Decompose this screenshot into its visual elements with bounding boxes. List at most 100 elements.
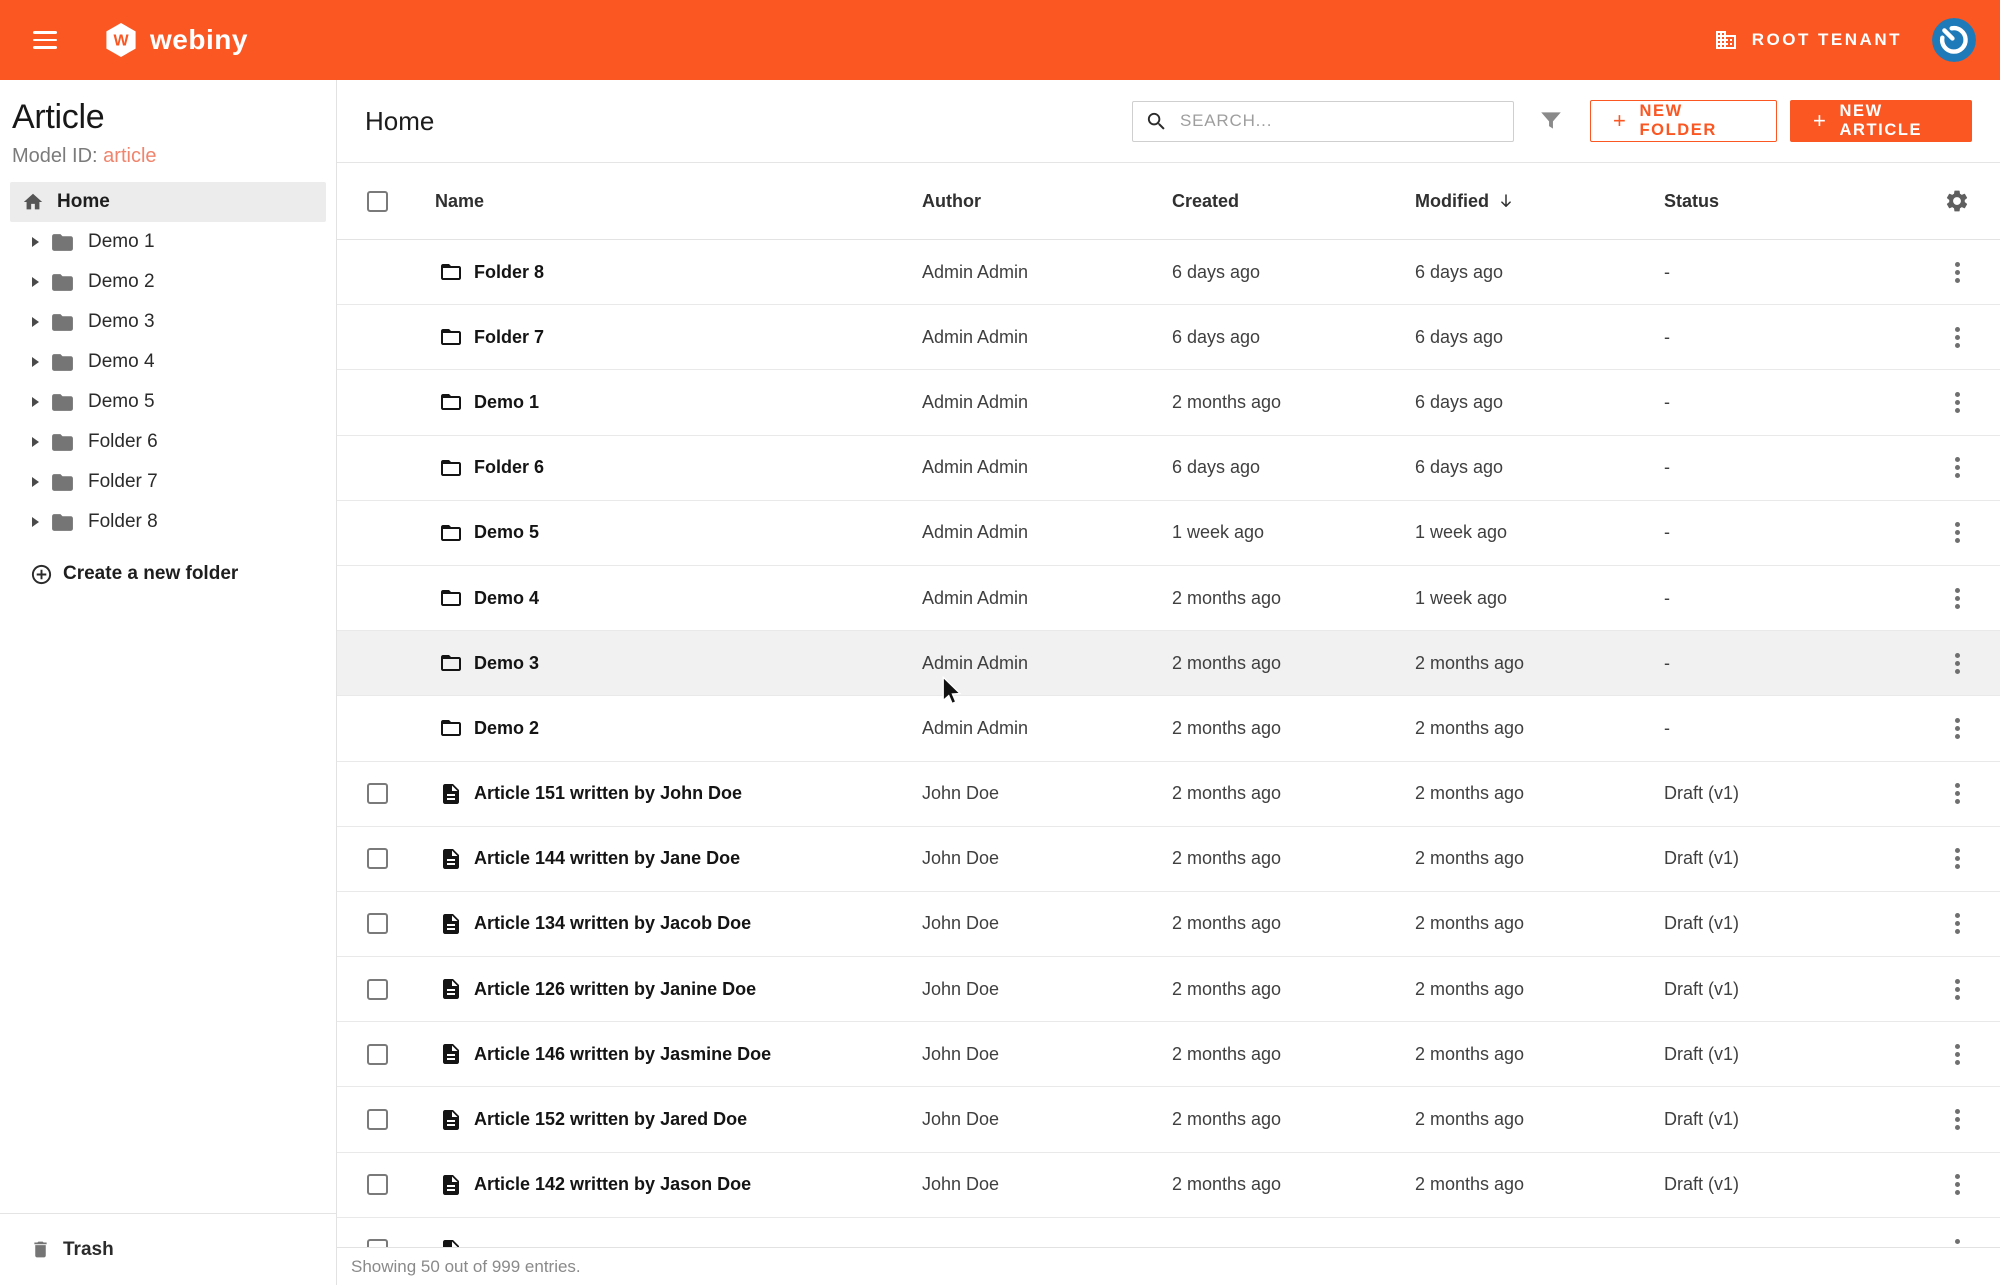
- table-row[interactable]: Article 142 written by Jason DoeJohn Doe…: [337, 1153, 2000, 1218]
- row-menu-button[interactable]: [1947, 1167, 1968, 1202]
- table-settings-button[interactable]: [1914, 188, 2000, 214]
- row-menu-button[interactable]: [1947, 515, 1968, 550]
- sidebar: Article Model ID: article Home Demo 1Dem…: [0, 80, 337, 1285]
- folder-icon: [50, 430, 75, 455]
- column-header-name[interactable]: Name: [425, 191, 922, 212]
- row-menu-button[interactable]: [1947, 581, 1968, 616]
- table-row[interactable]: Folder 8Admin Admin6 days ago6 days ago-: [337, 240, 2000, 305]
- new-folder-button[interactable]: + NEW FOLDER: [1590, 100, 1777, 142]
- folder-icon: [50, 350, 75, 375]
- row-menu-button[interactable]: [1947, 841, 1968, 876]
- trash-icon: [30, 1239, 51, 1260]
- table-row[interactable]: Article 152 written by Jared DoeJohn Doe…: [337, 1087, 2000, 1152]
- row-checkbox[interactable]: [367, 783, 388, 804]
- row-menu-button[interactable]: [1947, 320, 1968, 355]
- user-avatar[interactable]: [1932, 18, 1976, 62]
- row-checkbox[interactable]: [367, 848, 388, 869]
- sidebar-folder-item[interactable]: Demo 3: [10, 302, 326, 342]
- trash-section[interactable]: Trash: [0, 1213, 336, 1285]
- folder-icon: [439, 260, 463, 284]
- row-checkbox[interactable]: [367, 979, 388, 1000]
- filter-funnel-icon: [1538, 108, 1564, 134]
- row-created: 2 months ago: [1172, 1044, 1281, 1064]
- sidebar-folder-item[interactable]: Demo 2: [10, 262, 326, 302]
- row-checkbox[interactable]: [367, 1109, 388, 1130]
- new-article-button[interactable]: + NEW ARTICLE: [1790, 100, 1972, 142]
- model-id-link[interactable]: article: [103, 145, 156, 167]
- row-menu-button[interactable]: [1947, 776, 1968, 811]
- row-name: Article 146 written by Jasmine Doe: [474, 1044, 771, 1065]
- row-checkbox[interactable]: [367, 913, 388, 934]
- hamburger-menu-icon[interactable]: [33, 31, 57, 49]
- chevron-right-icon[interactable]: [32, 317, 39, 327]
- row-menu-button[interactable]: [1947, 711, 1968, 746]
- chevron-right-icon[interactable]: [32, 477, 39, 487]
- sidebar-folder-item[interactable]: Demo 4: [10, 342, 326, 382]
- row-menu-button[interactable]: [1947, 255, 1968, 290]
- sidebar-folder-item[interactable]: Folder 7: [10, 462, 326, 502]
- row-menu-button[interactable]: [1947, 646, 1968, 681]
- folder-icon: [50, 230, 75, 255]
- table-row[interactable]: Demo 4Admin Admin2 months ago1 week ago-: [337, 566, 2000, 631]
- article-icon: [439, 1108, 463, 1132]
- chevron-right-icon[interactable]: [32, 437, 39, 447]
- table-row[interactable]: Article 151 written by John DoeJohn Doe2…: [337, 762, 2000, 827]
- table-row[interactable]: Demo 3Admin Admin2 months ago2 months ag…: [337, 631, 2000, 696]
- row-created: 2 months ago: [1172, 588, 1281, 608]
- search-input[interactable]: [1180, 111, 1503, 131]
- row-menu-button[interactable]: [1947, 385, 1968, 420]
- row-status: -: [1664, 457, 1670, 477]
- model-title: Article: [12, 98, 324, 137]
- table-row[interactable]: Demo 5Admin Admin1 week ago1 week ago-: [337, 501, 2000, 566]
- table-row[interactable]: Demo 1Admin Admin2 months ago6 days ago-: [337, 370, 2000, 435]
- column-header-modified[interactable]: Modified: [1415, 191, 1664, 212]
- table-row[interactable]: Folder 6Admin Admin6 days ago6 days ago-: [337, 436, 2000, 501]
- column-header-created[interactable]: Created: [1172, 191, 1415, 212]
- column-header-status[interactable]: Status: [1664, 191, 1914, 212]
- new-folder-label: NEW FOLDER: [1639, 102, 1754, 140]
- chevron-right-icon[interactable]: [32, 517, 39, 527]
- table-row[interactable]: Demo 2Admin Admin2 months ago2 months ag…: [337, 696, 2000, 761]
- table-row[interactable]: Article 126 written by Janine DoeJohn Do…: [337, 957, 2000, 1022]
- row-modified: 2 months ago: [1415, 653, 1524, 673]
- row-checkbox[interactable]: [367, 1044, 388, 1065]
- row-menu-button[interactable]: [1947, 906, 1968, 941]
- row-author: John Doe: [922, 913, 999, 933]
- row-name-cell: Demo 2: [425, 716, 922, 740]
- sidebar-folder-item[interactable]: Demo 1: [10, 222, 326, 262]
- plus-icon: +: [1813, 110, 1827, 132]
- row-menu-button[interactable]: [1947, 450, 1968, 485]
- plus-icon: +: [1613, 110, 1627, 132]
- table-row[interactable]: Folder 7Admin Admin6 days ago6 days ago-: [337, 305, 2000, 370]
- row-menu-button[interactable]: [1947, 1037, 1968, 1072]
- row-author: John Doe: [922, 1174, 999, 1194]
- table-row[interactable]: Article 134 written by Jacob DoeJohn Doe…: [337, 892, 2000, 957]
- webiny-logo[interactable]: W webiny: [105, 22, 248, 58]
- select-all-checkbox[interactable]: [367, 191, 388, 212]
- sidebar-item-home[interactable]: Home: [10, 182, 326, 222]
- chevron-right-icon[interactable]: [32, 357, 39, 367]
- chevron-right-icon[interactable]: [32, 277, 39, 287]
- plus-circle-icon: [30, 563, 53, 586]
- row-modified: 6 days ago: [1415, 262, 1503, 282]
- sidebar-item-label: Folder 7: [88, 471, 158, 493]
- sidebar-folder-item[interactable]: Folder 6: [10, 422, 326, 462]
- table-body: Folder 8Admin Admin6 days ago6 days ago-…: [337, 240, 2000, 1285]
- row-menu-button[interactable]: [1947, 972, 1968, 1007]
- sidebar-item-label: Demo 4: [88, 351, 155, 373]
- table-row[interactable]: Article 144 written by Jane DoeJohn Doe2…: [337, 827, 2000, 892]
- chevron-right-icon[interactable]: [32, 397, 39, 407]
- row-checkbox[interactable]: [367, 1174, 388, 1195]
- row-name: Folder 8: [474, 262, 544, 283]
- filter-button[interactable]: [1538, 108, 1564, 134]
- table-row[interactable]: Article 146 written by Jasmine DoeJohn D…: [337, 1022, 2000, 1087]
- row-author: Admin Admin: [922, 327, 1028, 347]
- tenant-selector[interactable]: ROOT TENANT: [1714, 28, 1902, 52]
- row-menu-button[interactable]: [1947, 1102, 1968, 1137]
- chevron-right-icon[interactable]: [32, 237, 39, 247]
- article-icon: [439, 1173, 463, 1197]
- column-header-author[interactable]: Author: [922, 191, 1172, 212]
- sidebar-folder-item[interactable]: Folder 8: [10, 502, 326, 542]
- sidebar-folder-item[interactable]: Demo 5: [10, 382, 326, 422]
- create-folder-button[interactable]: Create a new folder: [10, 554, 326, 594]
